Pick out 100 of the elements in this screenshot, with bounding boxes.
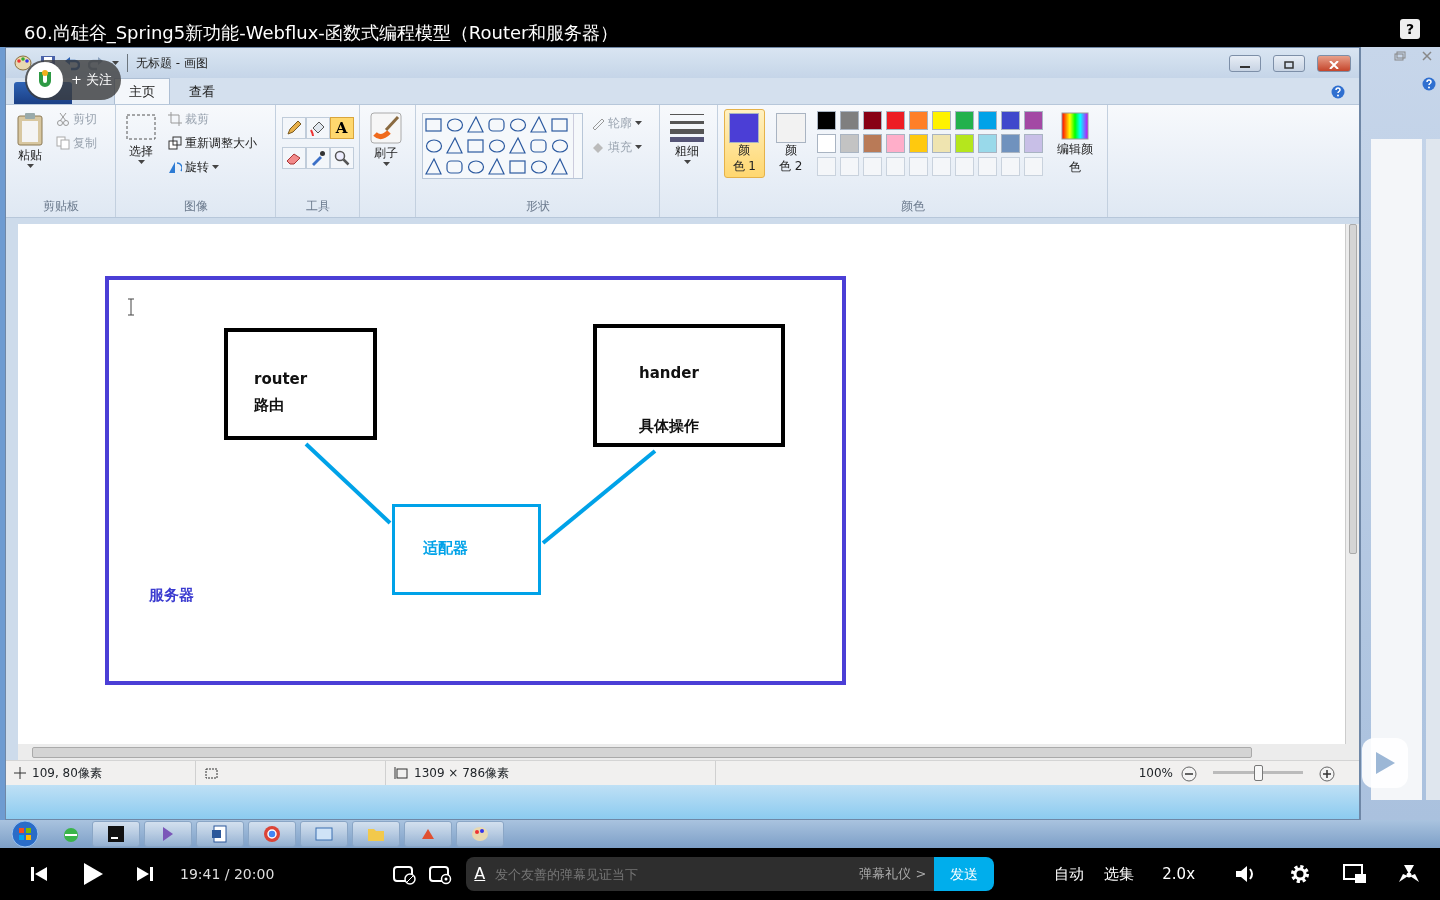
etiquette-link[interactable]: 弹幕礼仪 > [859, 857, 935, 891]
move-icon [14, 767, 26, 779]
horizontal-scrollbar[interactable] [18, 744, 1359, 760]
empty-color-swatch[interactable] [978, 157, 997, 176]
quality-button[interactable]: 自动 [1054, 862, 1085, 886]
maximize-icon [1284, 61, 1294, 69]
plus-icon [1319, 765, 1335, 782]
tool-button[interactable] [329, 147, 354, 169]
vertical-scrollbar[interactable] [1345, 224, 1359, 744]
diagram-label: router [254, 369, 308, 390]
rotate-icon [168, 160, 182, 174]
minus-icon [1181, 765, 1197, 782]
empty-color-swatch[interactable] [932, 157, 951, 176]
zoom-in-button[interactable] [1319, 764, 1335, 782]
episodes-button[interactable]: 选集 [1104, 862, 1135, 886]
paste-button[interactable]: 粘贴 [12, 109, 48, 197]
color-swatch[interactable] [932, 111, 951, 130]
vertical-scrollbar[interactable] [1426, 139, 1440, 800]
rotate-button[interactable]: 旋转 [166, 157, 259, 177]
select-button[interactable]: 选择 [122, 109, 160, 197]
crop-icon [168, 112, 182, 126]
skip-forward-icon [136, 865, 154, 884]
tool-button[interactable] [305, 117, 330, 139]
color-swatch[interactable] [863, 111, 882, 130]
color-swatch[interactable] [817, 134, 836, 153]
edit-colors-button[interactable]: 编辑颜色 [1049, 109, 1101, 179]
diagram-label: hander [639, 363, 699, 384]
zoom-out-button[interactable] [1181, 764, 1197, 782]
color-swatch[interactable] [932, 134, 951, 153]
text-style-button[interactable]: A [466, 857, 494, 891]
color-swatch[interactable] [886, 134, 905, 153]
play-overlay-button[interactable] [1362, 738, 1408, 788]
close-icon [1422, 51, 1432, 61]
color-swatch[interactable] [978, 111, 997, 130]
ribbon-tab[interactable]: 查看 [174, 77, 230, 104]
empty-color-swatch[interactable] [1024, 157, 1043, 176]
minimize-button[interactable] [1229, 54, 1261, 72]
tool-button[interactable] [281, 117, 306, 139]
color-swatch[interactable] [1001, 134, 1020, 153]
color-swatch[interactable] [909, 134, 928, 153]
speed-button[interactable]: 2.0x [1162, 862, 1196, 886]
zoom-level: 100% [1138, 765, 1173, 782]
group-label: 工具 [304, 198, 331, 215]
start-orb-icon [8, 820, 42, 848]
window-title: 无标题 - 画图 [127, 54, 208, 72]
empty-color-swatch[interactable] [955, 157, 974, 176]
brushes-button[interactable]: 刷子 [366, 109, 406, 215]
text-tool-button[interactable]: A [329, 117, 354, 139]
resize-button[interactable]: 重新调整大小 [166, 133, 259, 153]
color-swatch[interactable] [955, 111, 974, 130]
help-icon [1422, 77, 1436, 91]
settings-button[interactable] [1289, 862, 1312, 886]
group-label: 图像 [182, 198, 209, 215]
empty-color-swatch[interactable] [840, 157, 859, 176]
color-swatch[interactable] [909, 111, 928, 130]
color-slot-button[interactable]: 颜 色 2 [770, 109, 811, 179]
help-button[interactable]: ? [1400, 19, 1420, 39]
color-swatch[interactable] [1024, 111, 1043, 130]
close-button[interactable] [1317, 54, 1351, 72]
restore-icon [1394, 51, 1406, 61]
palette-icon [471, 825, 489, 843]
color-swatch[interactable] [840, 111, 859, 130]
color-swatch[interactable] [1001, 111, 1020, 130]
globe-icon [62, 825, 80, 844]
empty-color-swatch[interactable] [863, 157, 882, 176]
danmaku-off-icon [392, 863, 417, 886]
size-button[interactable]: 粗细 [666, 109, 708, 215]
text-cursor-icon [127, 298, 135, 316]
group-label: 颜色 [899, 198, 926, 215]
color-spectrum-icon [1061, 112, 1089, 140]
group-label: 剪贴板 [41, 198, 80, 215]
document-icon [211, 825, 229, 843]
taskbar-button[interactable] [196, 821, 244, 847]
color-slot-button[interactable]: 颜 色 1 [724, 109, 765, 179]
maximize-button[interactable] [1273, 54, 1305, 72]
color-swatch[interactable] [863, 134, 882, 153]
code-editor-icon [107, 825, 125, 843]
empty-color-swatch[interactable] [909, 157, 928, 176]
color-swatch[interactable] [978, 134, 997, 153]
caret-icon [137, 160, 145, 164]
danmaku-input[interactable]: 发个友善的弹幕见证当下 [493, 857, 860, 891]
empty-color-swatch[interactable] [1001, 157, 1020, 176]
resize-icon [168, 136, 182, 150]
play-button[interactable] [82, 862, 104, 886]
circle-logo-icon [263, 825, 281, 843]
color-swatch[interactable] [817, 111, 836, 130]
taskbar-button[interactable] [92, 821, 140, 847]
tool-button[interactable] [281, 147, 306, 169]
empty-color-swatch[interactable] [817, 157, 836, 176]
pencil-icon [285, 120, 302, 136]
color-swatch[interactable] [886, 111, 905, 130]
follow-button[interactable]: + 关注 [71, 70, 113, 90]
empty-color-swatch[interactable] [886, 157, 905, 176]
color-swatch[interactable] [1024, 134, 1043, 153]
color-swatch[interactable] [840, 134, 859, 153]
slider-thumb[interactable] [1254, 765, 1263, 781]
color-swatch[interactable] [955, 134, 974, 153]
fill-icon [591, 140, 605, 154]
tool-button[interactable] [305, 147, 330, 169]
picture-in-picture-button[interactable] [1343, 862, 1368, 886]
